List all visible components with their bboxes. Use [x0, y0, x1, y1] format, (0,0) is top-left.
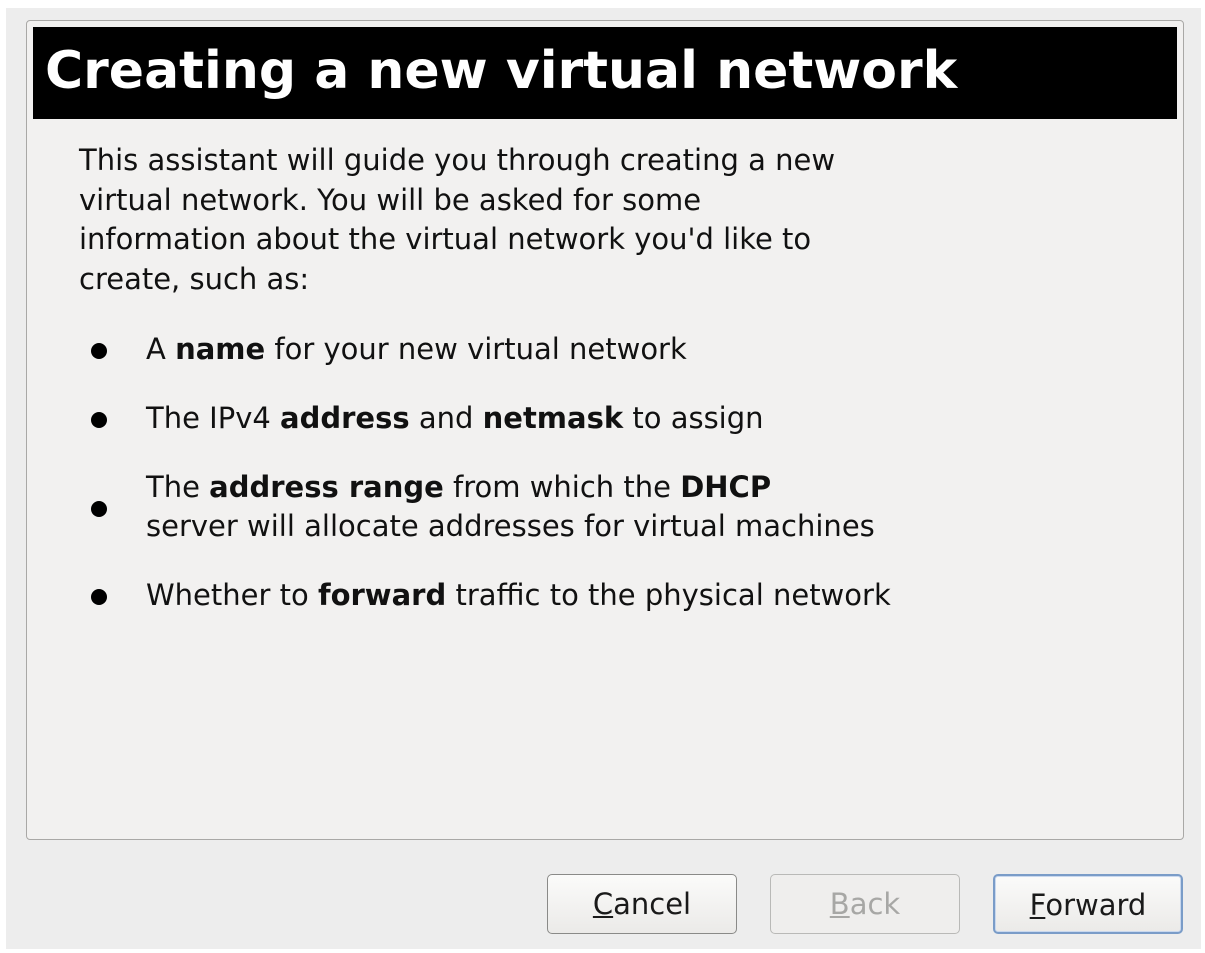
list-item-text: The IPv4 address and netmask to assign — [146, 401, 764, 435]
list-item-forward: Whether to forward traffic to the physic… — [27, 576, 1127, 616]
list-item-text: A name for your new virtual network — [146, 332, 687, 366]
list-item-dhcp: The address range from which the DHCP se… — [27, 468, 1127, 548]
list-item-text: Whether to forward traffic to the physic… — [146, 578, 891, 612]
intro-line: information about the virtual network yo… — [79, 222, 812, 256]
list-item-name: A name for your new virtual network — [27, 330, 1127, 370]
forward-button[interactable]: Forward — [993, 874, 1183, 934]
content-panel: Creating a new virtual network This assi… — [26, 20, 1184, 840]
assistant-window: Creating a new virtual network This assi… — [6, 8, 1201, 949]
list-item-text: The address range from which the DHCP — [146, 470, 772, 504]
bullet-dot-icon — [91, 589, 107, 605]
intro-line: This assistant will guide you through cr… — [79, 143, 836, 177]
back-button[interactable]: Back — [770, 874, 960, 934]
bullet-dot-icon — [91, 501, 107, 517]
cancel-button[interactable]: Cancel — [547, 874, 737, 934]
bullet-dot-icon — [91, 412, 107, 428]
bullet-dot-icon — [91, 343, 107, 359]
title-banner: Creating a new virtual network — [33, 27, 1177, 119]
intro-line: create, such as: — [79, 261, 310, 296]
intro-text: This assistant will guide you through cr… — [79, 141, 899, 299]
list-item-text-line2: server will allocate addresses for virtu… — [146, 509, 875, 543]
page-title: Creating a new virtual network — [45, 41, 958, 101]
intro-line: virtual network. You will be asked for s… — [79, 182, 702, 217]
list-item-address: The IPv4 address and netmask to assign — [27, 399, 1127, 439]
